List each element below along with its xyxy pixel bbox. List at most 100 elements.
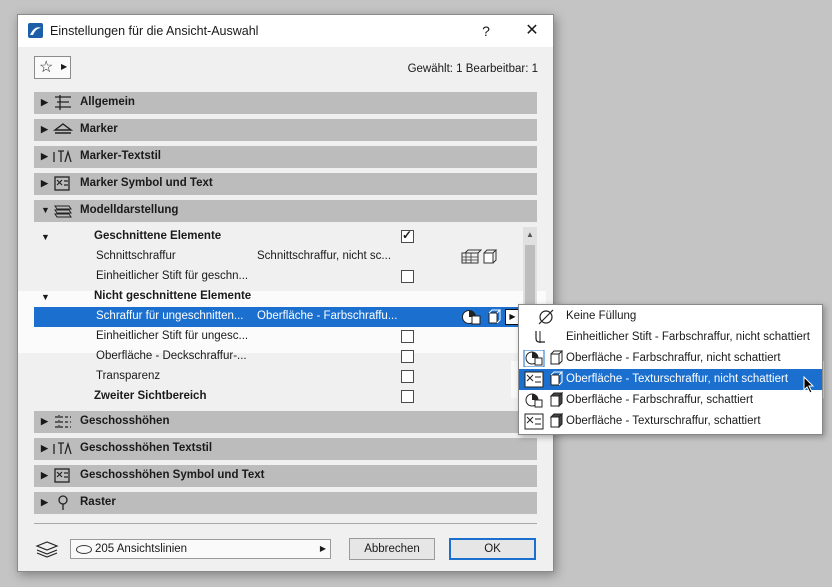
expand-arrow-icon: ▶	[41, 497, 48, 507]
collapse-arrow-icon: ▼	[41, 292, 50, 302]
section-marker-symbol-text[interactable]: ▶ Marker Symbol und Text	[34, 173, 537, 195]
cut-hatch-label: Schnittschraffur	[96, 250, 176, 262]
layer-dropdown[interactable]: 205 Ansichtslinien ▶	[70, 539, 331, 559]
layers-icon	[35, 541, 59, 558]
menu-item-surface-texture-unshaded[interactable]: Oberfläche - Texturschraffur, nicht scha…	[519, 369, 822, 390]
cancel-button[interactable]: Abbrechen	[349, 538, 435, 560]
section-label: Allgemein	[80, 96, 135, 108]
tree-row-uncut-pen[interactable]: Einheitlicher Stift für ungesc...	[34, 327, 522, 347]
menu-item-label: Oberfläche - Farbschraffur, schattiert	[566, 394, 754, 406]
menu-item-uniform-pen[interactable]: Einheitlicher Stift - Farbschraffur, nic…	[519, 327, 822, 348]
tree-row-surface[interactable]: Oberfläche - Deckschraffur-...	[34, 347, 522, 367]
section-label: Geschosshöhen Textstil	[80, 442, 213, 454]
menu-item-no-fill[interactable]: Keine Füllung	[519, 306, 822, 327]
symbol-text-icon	[54, 468, 70, 483]
scroll-up-icon[interactable]: ▲	[526, 230, 534, 239]
triangle-right-icon: ▶	[319, 544, 326, 553]
title-bar: Einstellungen für die Ansicht-Auswahl ? …	[18, 15, 553, 47]
section-raster[interactable]: ▶ Raster	[34, 492, 537, 514]
cut-pen-checkbox[interactable]	[401, 270, 414, 283]
expand-arrow-icon: ▶	[41, 124, 48, 134]
menu-item-surface-texture-shaded[interactable]: Oberfläche - Texturschraffur, schattiert	[519, 411, 822, 432]
general-settings-icon	[55, 95, 71, 110]
second-view-checkbox[interactable]	[401, 390, 414, 403]
marker-icon	[53, 123, 73, 134]
surface-checkbox[interactable]	[401, 350, 414, 363]
fill-type-menu: Keine Füllung Einheitlicher Stift - Farb…	[518, 304, 823, 435]
cut-elements-checkbox[interactable]	[401, 228, 414, 243]
grid-icon	[58, 495, 68, 510]
cut-fill-icon[interactable]	[461, 249, 497, 265]
uncut-elements-header: Nicht geschnittene Elemente	[94, 290, 252, 302]
star-icon: ☆	[39, 59, 54, 76]
tree-row-cut-hatch[interactable]: Schnittschraffur Schnittschraffur, nicht…	[34, 247, 522, 267]
section-allgemein[interactable]: ▶ Allgemein	[34, 92, 537, 114]
section-label: Marker Symbol und Text	[80, 177, 213, 189]
section-label: Marker-Textstil	[80, 150, 161, 162]
cut-hatch-value: Schnittschraffur, nicht sc...	[257, 250, 392, 262]
symbol-text-icon	[54, 176, 70, 191]
close-button[interactable]: ✕	[512, 18, 552, 44]
favorites-button[interactable]: ☆ ▶	[34, 56, 71, 79]
menu-item-label: Oberfläche - Texturschraffur, schattiert	[566, 415, 761, 427]
surface-fill-icon	[462, 309, 501, 325]
mouse-cursor-icon	[803, 376, 815, 394]
section-marker[interactable]: ▶ Marker	[34, 119, 537, 141]
tree-row-uncut-hatch[interactable]: Schraffur für ungeschnitten... Oberfläch…	[34, 307, 522, 327]
collapse-arrow-icon: ▼	[41, 232, 50, 242]
menu-item-label: Oberfläche - Farbschraffur, nicht schatt…	[566, 352, 781, 364]
cut-pen-label: Einheitlicher Stift für geschn...	[96, 270, 249, 282]
section-label: Geschosshöhen Symbol und Text	[80, 469, 265, 481]
uncut-hatch-value: Oberfläche - Farbschraffu...	[257, 310, 398, 322]
expand-arrow-icon: ▶	[41, 97, 48, 107]
story-levels-icon	[55, 415, 71, 429]
expand-arrow-icon: ▶	[41, 443, 48, 453]
surface-color-unshaded-icon	[523, 350, 563, 367]
surface-texture-shaded-icon	[524, 413, 563, 430]
expand-arrow-icon: ▶	[41, 416, 48, 426]
app-icon	[28, 23, 43, 38]
section-label: Modelldarstellung	[80, 204, 179, 216]
cut-elements-header: Geschnittene Elemente	[94, 230, 222, 242]
section-label: Geschosshöhen	[80, 415, 170, 427]
text-style-icon	[53, 149, 72, 163]
tree-row-transparency[interactable]: Transparenz	[34, 367, 522, 387]
tree-row-uncut-header[interactable]: ▼ Nicht geschnittene Elemente	[34, 287, 522, 307]
uncut-hatch-label: Schraffur für ungeschnitten...	[96, 310, 244, 322]
menu-item-label: Einheitlicher Stift - Farbschraffur, nic…	[566, 331, 810, 343]
collapse-arrow-icon: ▼	[41, 205, 50, 215]
menu-item-label: Keine Füllung	[566, 310, 637, 322]
section-label: Marker	[80, 123, 118, 135]
selection-info: Gewählt: 1 Bearbeitbar: 1	[407, 63, 538, 75]
no-fill-icon	[538, 309, 554, 325]
footer-divider	[34, 523, 537, 524]
pen-icon	[535, 331, 545, 343]
help-button[interactable]: ?	[466, 18, 506, 44]
surface-texture-unshaded-icon	[524, 371, 563, 388]
tree-row-cut-pen[interactable]: Einheitlicher Stift für geschn...	[34, 267, 522, 287]
section-modelldarstellung[interactable]: ▼ Modelldarstellung	[34, 200, 537, 222]
settings-dialog: Einstellungen für die Ansicht-Auswahl ? …	[17, 14, 554, 572]
surface-color-shaded-icon	[525, 392, 563, 408]
menu-item-label: Oberfläche - Texturschraffur, nicht scha…	[566, 373, 789, 385]
triangle-right-icon: ▶	[61, 62, 68, 71]
expand-arrow-icon: ▶	[41, 178, 48, 188]
section-geschosshoehen-textstil[interactable]: ▶ Geschosshöhen Textstil	[34, 438, 537, 460]
uncut-pen-checkbox[interactable]	[401, 330, 414, 343]
uncut-pen-label: Einheitlicher Stift für ungesc...	[96, 330, 249, 342]
expand-arrow-icon: ▶	[41, 470, 48, 480]
ok-button[interactable]: OK	[449, 538, 536, 560]
window-title: Einstellungen für die Ansicht-Auswahl	[50, 24, 259, 38]
menu-item-surface-color-shaded[interactable]: Oberfläche - Farbschraffur, schattiert	[519, 390, 822, 411]
section-geschosshoehen-symbol-text[interactable]: ▶ Geschosshöhen Symbol und Text	[34, 465, 537, 487]
tree-row-second-view[interactable]: Zweiter Sichtbereich	[34, 387, 522, 407]
menu-item-surface-color-unshaded[interactable]: Oberfläche - Farbschraffur, nicht schatt…	[519, 348, 822, 369]
section-geschosshoehen[interactable]: ▶ Geschosshöhen	[34, 411, 537, 433]
transparency-checkbox[interactable]	[401, 370, 414, 383]
tree-row-cut-header[interactable]: ▼ Geschnittene Elemente	[34, 227, 522, 247]
transparency-label: Transparenz	[96, 370, 161, 382]
section-label: Raster	[80, 496, 116, 508]
model-display-tree-uncut: ▼ Nicht geschnittene Elemente Schraffur …	[34, 287, 537, 407]
second-view-label: Zweiter Sichtbereich	[94, 390, 207, 402]
section-marker-textstil[interactable]: ▶ Marker-Textstil	[34, 146, 537, 168]
